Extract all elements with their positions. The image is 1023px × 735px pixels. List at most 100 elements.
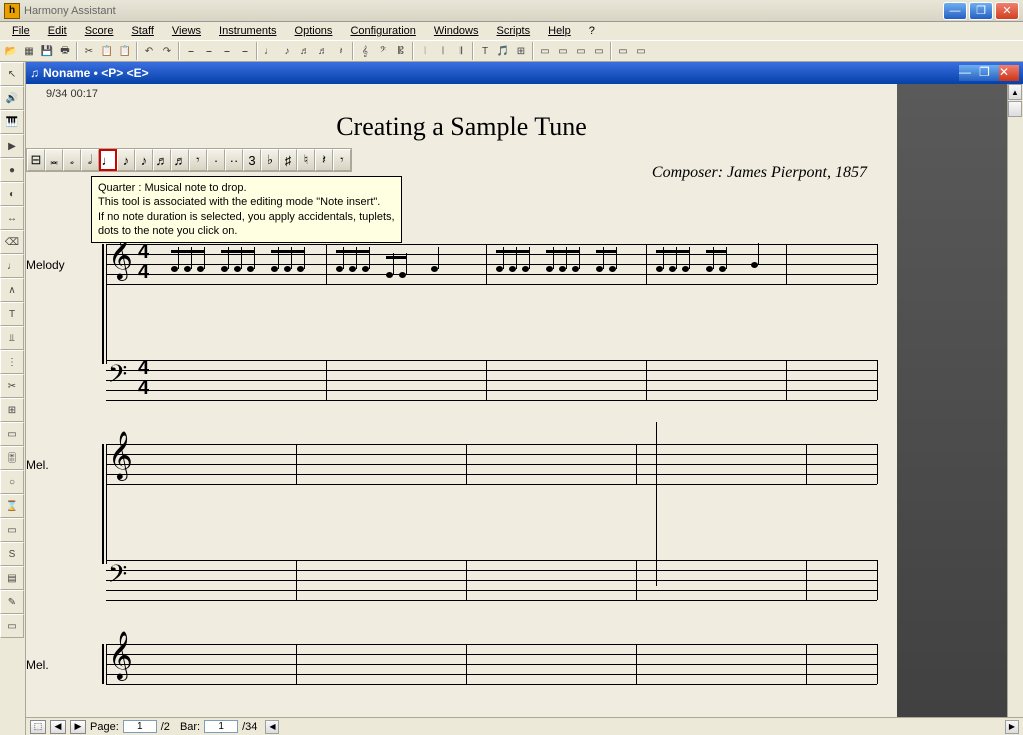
left-tool-4[interactable]: ●: [0, 158, 24, 182]
menu-views[interactable]: Views: [164, 23, 209, 39]
toolbar-button-25[interactable]: 𝄡: [392, 42, 410, 60]
toolbar-button-17[interactable]: ♩: [260, 42, 278, 60]
score-canvas[interactable]: 9/34 00:17 Creating a Sample Tune Compos…: [26, 84, 897, 735]
left-tool-6[interactable]: ↔: [0, 206, 24, 230]
window-close-button[interactable]: ✕: [995, 2, 1019, 20]
note-value-button-9[interactable]: 𝄾: [189, 149, 207, 171]
left-tool-21[interactable]: ▤: [0, 566, 24, 590]
toolbar-button-15[interactable]: ⎯: [236, 42, 254, 60]
scroll-thumb[interactable]: [1008, 101, 1022, 117]
left-tool-12[interactable]: ⋮: [0, 350, 24, 374]
toolbar-button-19[interactable]: ♬: [296, 42, 314, 60]
status-next-page[interactable]: ▶: [70, 720, 86, 734]
toolbar-button-21[interactable]: 𝄽: [332, 42, 350, 60]
toolbar-button-20[interactable]: ♬: [314, 42, 332, 60]
note-value-button-11[interactable]: ··: [225, 149, 243, 171]
note-value-button-2[interactable]: 𝅗: [63, 149, 81, 171]
left-tool-14[interactable]: ⊞: [0, 398, 24, 422]
left-tool-22[interactable]: ✎: [0, 590, 24, 614]
toolbar-button-40[interactable]: ▭: [614, 42, 632, 60]
toolbar-button-27[interactable]: 𝄀: [416, 42, 434, 60]
toolbar-button-41[interactable]: ▭: [632, 42, 650, 60]
note-value-button-17[interactable]: 𝄾: [333, 149, 351, 171]
note-value-button-3[interactable]: 𝅗𝅥: [81, 149, 99, 171]
note-value-button-8[interactable]: ♬: [171, 149, 189, 171]
doc-close-button[interactable]: ✕: [999, 65, 1019, 81]
left-tool-20[interactable]: S: [0, 542, 24, 566]
left-tool-5[interactable]: ◐: [0, 182, 24, 206]
status-tool-1[interactable]: ⬚: [30, 720, 46, 734]
note-value-button-12[interactable]: 3: [243, 149, 261, 171]
left-tool-17[interactable]: ○: [0, 470, 24, 494]
bar-input[interactable]: [204, 720, 238, 733]
menu-file[interactable]: File: [4, 23, 38, 39]
doc-minimize-button[interactable]: —: [959, 65, 979, 81]
left-tool-2[interactable]: 🎹: [0, 110, 24, 134]
note-value-button-14[interactable]: ♯: [279, 149, 297, 171]
note-value-button-5[interactable]: ♪: [117, 149, 135, 171]
toolbar-button-14[interactable]: ⎯: [218, 42, 236, 60]
toolbar-button-24[interactable]: 𝄢: [374, 42, 392, 60]
note-value-button-7[interactable]: ♬: [153, 149, 171, 171]
menu-edit[interactable]: Edit: [40, 23, 75, 39]
menu-score[interactable]: Score: [77, 23, 122, 39]
left-tool-15[interactable]: ▭: [0, 422, 24, 446]
toolbar-button-0[interactable]: 📂: [2, 42, 20, 60]
toolbar-button-10[interactable]: ↷: [158, 42, 176, 60]
page-input[interactable]: [123, 720, 157, 733]
note-value-button-16[interactable]: 𝄽: [315, 149, 333, 171]
toolbar-button-6[interactable]: 📋: [98, 42, 116, 60]
toolbar-button-38[interactable]: ▭: [590, 42, 608, 60]
toolbar-button-18[interactable]: ♪: [278, 42, 296, 60]
window-minimize-button[interactable]: —: [943, 2, 967, 20]
menu-configuration[interactable]: Configuration: [342, 23, 423, 39]
toolbar-button-1[interactable]: ▦: [20, 42, 38, 60]
left-tool-13[interactable]: ✂: [0, 374, 24, 398]
menu-about[interactable]: ?: [581, 23, 603, 39]
toolbar-button-35[interactable]: ▭: [536, 42, 554, 60]
menu-windows[interactable]: Windows: [426, 23, 487, 39]
toolbar-button-32[interactable]: 🎵: [494, 42, 512, 60]
status-prev-page[interactable]: ◀: [50, 720, 66, 734]
scroll-left-button[interactable]: ◀: [265, 720, 279, 734]
menu-instruments[interactable]: Instruments: [211, 23, 284, 39]
toolbar-button-31[interactable]: T: [476, 42, 494, 60]
toolbar-button-5[interactable]: ✂: [80, 42, 98, 60]
toolbar-button-37[interactable]: ▭: [572, 42, 590, 60]
note-value-button-1[interactable]: 𝅜: [45, 149, 63, 171]
menu-staff[interactable]: Staff: [123, 23, 161, 39]
scroll-right-button[interactable]: ▶: [1005, 720, 1019, 734]
vertical-scrollbar[interactable]: ▲ ▼: [1007, 84, 1023, 735]
menu-options[interactable]: Options: [287, 23, 341, 39]
scroll-up-button[interactable]: ▲: [1008, 84, 1022, 100]
note-value-button-0[interactable]: ⊟: [27, 149, 45, 171]
menu-scripts[interactable]: Scripts: [489, 23, 539, 39]
window-maximize-button[interactable]: ❐: [969, 2, 993, 20]
left-tool-19[interactable]: ▭: [0, 518, 24, 542]
left-tool-8[interactable]: ♩: [0, 254, 24, 278]
left-tool-9[interactable]: ∧: [0, 278, 24, 302]
left-tool-3[interactable]: ▶: [0, 134, 24, 158]
note-value-button-4[interactable]: ♩: [99, 149, 117, 171]
horizontal-scrollbar[interactable]: ◀ ▶: [265, 720, 1019, 734]
doc-maximize-button[interactable]: ❐: [979, 65, 999, 81]
toolbar-button-12[interactable]: ⎯: [182, 42, 200, 60]
left-tool-0[interactable]: ↖: [0, 62, 24, 86]
left-tool-11[interactable]: ⫫: [0, 326, 24, 350]
left-tool-7[interactable]: ⌫: [0, 230, 24, 254]
left-tool-1[interactable]: 🔊: [0, 86, 24, 110]
left-tool-10[interactable]: T: [0, 302, 24, 326]
note-value-button-10[interactable]: ·: [207, 149, 225, 171]
left-tool-16[interactable]: 🎚: [0, 446, 24, 470]
toolbar-button-13[interactable]: ⎯: [200, 42, 218, 60]
note-value-button-6[interactable]: ♪: [135, 149, 153, 171]
note-value-button-15[interactable]: ♮: [297, 149, 315, 171]
toolbar-button-28[interactable]: 𝄁: [434, 42, 452, 60]
menu-help[interactable]: Help: [540, 23, 579, 39]
left-tool-18[interactable]: ⌛: [0, 494, 24, 518]
toolbar-button-7[interactable]: 📋: [116, 42, 134, 60]
toolbar-button-9[interactable]: ↶: [140, 42, 158, 60]
note-value-button-13[interactable]: ♭: [261, 149, 279, 171]
toolbar-button-36[interactable]: ▭: [554, 42, 572, 60]
left-tool-23[interactable]: ▭: [0, 614, 24, 638]
